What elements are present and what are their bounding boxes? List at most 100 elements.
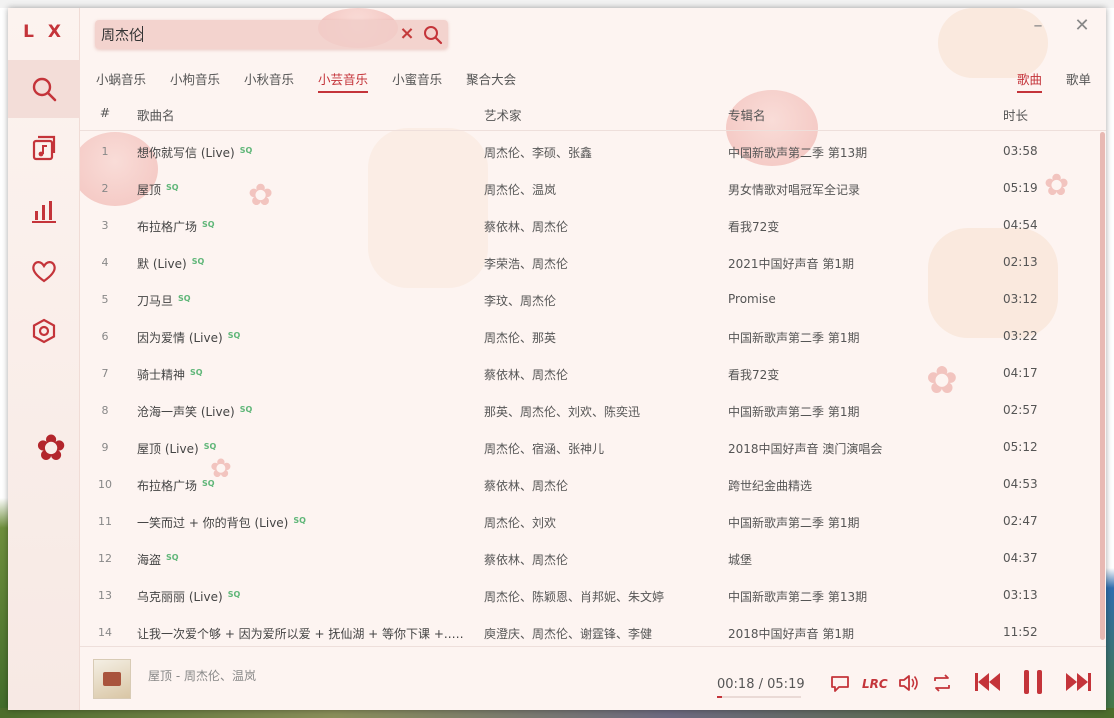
album-name[interactable]: 2018中国好声音 澳门演唱会 bbox=[728, 440, 988, 457]
quality-badge: SQ bbox=[203, 442, 217, 451]
album-name[interactable]: 中国新歌声第二季 第1期 bbox=[728, 514, 988, 531]
repeat-icon bbox=[934, 674, 950, 692]
tab-source-4[interactable]: 小芸音乐 bbox=[318, 69, 369, 93]
album-name[interactable]: 看我72变 bbox=[728, 218, 988, 235]
row-number: 3 bbox=[101, 219, 109, 232]
song-duration: 05:12 bbox=[1003, 440, 1038, 454]
table-row[interactable]: 6 因为爱情 (Live) SQ 周杰伦、那英 中国新歌声第二季 第1期 03:22 bbox=[80, 317, 1090, 354]
table-row[interactable]: 14 让我一次爱个够 + 因为爱所以爱 + 抚仙湖 + 等你下课 +...SQ 庾澄… bbox=[80, 613, 1090, 644]
heart-icon bbox=[32, 261, 56, 283]
artist-name[interactable]: 庾澄庆、周杰伦、谢霆锋、李健 bbox=[484, 625, 714, 642]
tab-source-1[interactable]: 小蜗音乐 bbox=[96, 69, 146, 93]
scrollbar-thumb[interactable] bbox=[1100, 132, 1105, 640]
album-name[interactable]: 看我72变 bbox=[728, 366, 988, 383]
table-row[interactable]: 8 沧海一声笑 (Live) SQ 那英、周杰伦、刘欢、陈奕迅 中国新歌声第二季 第1期… bbox=[80, 391, 1090, 428]
table-row[interactable]: 13 乌克丽丽 (Live) SQ 周杰伦、陈颖恩、肖邦妮、朱文婷 中国新歌声第二季 第… bbox=[80, 576, 1090, 613]
close-button[interactable]: ✕ bbox=[1072, 16, 1092, 36]
album-name[interactable]: 城堡 bbox=[728, 551, 988, 568]
song-title: 沧海一声笑 (Live) bbox=[137, 405, 235, 419]
table-row[interactable]: 4 默 (Live) SQ 李荣浩、周杰伦 2021中国好声音 第1期 02:13 bbox=[80, 243, 1090, 280]
table-row[interactable]: 5 刀马旦 SQ 李玟、周杰伦 Promise 03:12 bbox=[80, 280, 1090, 317]
quality-badge: SQ bbox=[166, 553, 179, 562]
row-number: 1 bbox=[101, 145, 109, 158]
artist-name[interactable]: 周杰伦、那英 bbox=[484, 329, 714, 346]
song-duration: 03:13 bbox=[1003, 588, 1038, 602]
album-name[interactable]: 2021中国好声音 第1期 bbox=[728, 255, 988, 272]
now-playing-title[interactable]: 屋顶 - 周杰伦、温岚 bbox=[148, 667, 256, 684]
artist-name[interactable]: 周杰伦、李硕、张鑫 bbox=[484, 144, 714, 161]
sidebar-item-settings[interactable] bbox=[8, 304, 80, 358]
quality-badge: SQ bbox=[293, 516, 306, 525]
album-name[interactable]: 中国新歌声第二季 第1期 bbox=[728, 329, 988, 346]
previous-button[interactable] bbox=[972, 667, 1002, 697]
album-name[interactable]: Promise bbox=[728, 292, 988, 306]
table-row[interactable]: 11 一笑而过 + 你的背包 (Live) SQ 周杰伦、刘欢 中国新歌声第二季 第1期… bbox=[80, 502, 1090, 539]
tab-source-5[interactable]: 小蜜音乐 bbox=[392, 69, 442, 93]
lyrics-button[interactable]: LRC bbox=[862, 677, 888, 691]
comment-button[interactable] bbox=[828, 671, 852, 695]
row-number: 7 bbox=[101, 367, 109, 380]
player-bar: 屋顶 - 周杰伦、温岚 00:18 / 05:19 LRC bbox=[80, 646, 1106, 710]
artist-name[interactable]: 周杰伦、温岚 bbox=[484, 181, 714, 198]
table-row[interactable]: 2 屋顶 SQ 周杰伦、温岚 男女情歌对唱冠军全记录 05:19 bbox=[80, 169, 1090, 206]
song-name: 让我一次爱个够 + 因为爱所以爱 + 抚仙湖 + 等你下课 +...SQ bbox=[137, 625, 467, 642]
artist-name[interactable]: 蔡依林、周杰伦 bbox=[484, 366, 714, 383]
tab-songs[interactable]: 歌曲 bbox=[1016, 69, 1042, 93]
flower-ornament: ✿ bbox=[36, 428, 67, 469]
album-name[interactable]: 2018中国好声音 第1期 bbox=[728, 625, 988, 642]
artist-name[interactable]: 周杰伦、陈颖恩、肖邦妮、朱文婷 bbox=[484, 588, 714, 605]
quality-badge: SQ bbox=[239, 405, 253, 414]
scrollbar[interactable] bbox=[1100, 132, 1105, 648]
table-row[interactable]: 3 布拉格广场 SQ 蔡依林、周杰伦 看我72变 04:54 bbox=[80, 206, 1090, 243]
minimize-button[interactable]: – bbox=[1028, 16, 1048, 36]
table-row[interactable]: 10 布拉格广场 SQ 蔡依林、周杰伦 跨世纪金曲精选 04:53 bbox=[80, 465, 1090, 502]
song-duration: 04:17 bbox=[1003, 366, 1038, 380]
song-duration: 04:54 bbox=[1003, 218, 1038, 232]
pause-button[interactable] bbox=[1018, 667, 1048, 697]
album-name[interactable]: 中国新歌声第二季 第13期 bbox=[728, 588, 988, 605]
sidebar-item-search[interactable] bbox=[8, 60, 80, 118]
clear-icon[interactable]: × bbox=[397, 24, 417, 44]
sidebar: L X ✿ bbox=[8, 8, 80, 710]
search-button[interactable] bbox=[422, 24, 444, 46]
album-name[interactable]: 男女情歌对唱冠军全记录 bbox=[728, 181, 988, 198]
artist-name[interactable]: 蔡依林、周杰伦 bbox=[484, 477, 714, 494]
desktop-background-right bbox=[1106, 8, 1114, 718]
tab-source-aggregate[interactable]: 聚合大会 bbox=[466, 69, 516, 93]
repeat-mode-button[interactable] bbox=[930, 671, 954, 695]
artist-name[interactable]: 周杰伦、刘欢 bbox=[484, 514, 714, 531]
song-duration: 04:53 bbox=[1003, 477, 1038, 491]
artist-name[interactable]: 周杰伦、宿涵、张神儿 bbox=[484, 440, 714, 457]
tab-source-3[interactable]: 小秋音乐 bbox=[244, 69, 294, 93]
song-duration: 03:22 bbox=[1003, 329, 1038, 343]
sidebar-item-song-list[interactable] bbox=[8, 122, 80, 176]
progress-bar[interactable] bbox=[717, 696, 801, 698]
song-title: 屋顶 bbox=[137, 183, 162, 197]
playback-time: 00:18 / 05:19 bbox=[717, 677, 805, 692]
album-name[interactable]: 跨世纪金曲精选 bbox=[728, 477, 988, 494]
next-button[interactable] bbox=[1064, 667, 1094, 697]
artist-name[interactable]: 那英、周杰伦、刘欢、陈奕迅 bbox=[484, 403, 714, 420]
artist-name[interactable]: 李荣浩、周杰伦 bbox=[484, 255, 714, 272]
sidebar-item-favorites[interactable] bbox=[8, 244, 80, 298]
album-name[interactable]: 中国新歌声第二季 第1期 bbox=[728, 403, 988, 420]
sidebar-item-leaderboard[interactable] bbox=[8, 184, 80, 238]
album-name[interactable]: 中国新歌声第二季 第13期 bbox=[728, 144, 988, 161]
tab-playlists[interactable]: 歌单 bbox=[1066, 69, 1091, 93]
text-cursor bbox=[142, 26, 143, 42]
search-input[interactable]: 周杰伦 bbox=[101, 25, 143, 45]
artist-name[interactable]: 蔡依林、周杰伦 bbox=[484, 218, 714, 235]
volume-icon bbox=[899, 675, 918, 691]
album-cover[interactable] bbox=[93, 659, 131, 699]
table-row[interactable]: 1 想你就写信 (Live) SQ 周杰伦、李硕、张鑫 中国新歌声第二季 第13期 03:… bbox=[80, 132, 1090, 169]
artist-name[interactable]: 李玟、周杰伦 bbox=[484, 292, 714, 309]
volume-button[interactable] bbox=[896, 671, 920, 695]
table-row[interactable]: 7 骑士精神 SQ 蔡依林、周杰伦 看我72变 04:17 bbox=[80, 354, 1090, 391]
current-time: 00:18 bbox=[717, 677, 755, 692]
artist-name[interactable]: 蔡依林、周杰伦 bbox=[484, 551, 714, 568]
tab-source-2[interactable]: 小枸音乐 bbox=[170, 69, 220, 93]
table-row[interactable]: 9 屋顶 (Live) SQ 周杰伦、宿涵、张神儿 2018中国好声音 澳门演唱会 05:… bbox=[80, 428, 1090, 465]
table-row[interactable]: 12 海盗 SQ 蔡依林、周杰伦 城堡 04:37 bbox=[80, 539, 1090, 576]
song-name: 海盗 SQ bbox=[137, 551, 467, 568]
quality-badge: SQ bbox=[190, 368, 203, 377]
